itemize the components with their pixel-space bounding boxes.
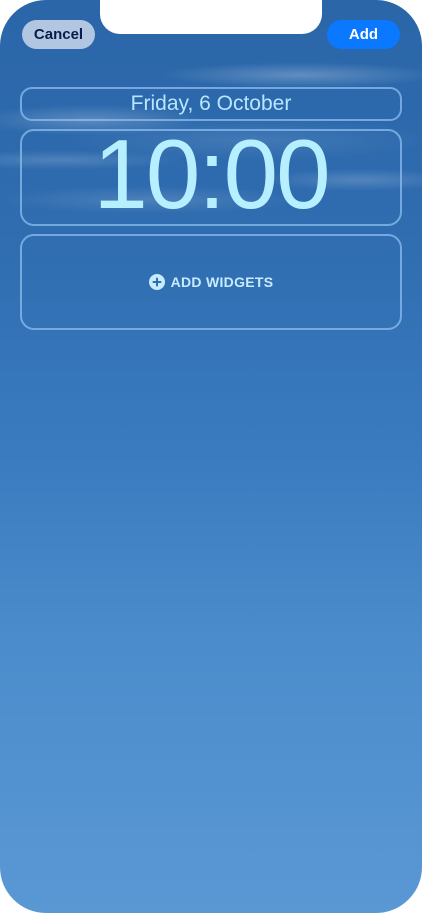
lock-screen-editor: Cancel Add Friday, 6 October 10:00 ADD W… bbox=[0, 0, 422, 913]
add-widgets-slot[interactable]: ADD WIDGETS bbox=[20, 234, 402, 330]
clock-slot[interactable]: 10:00 bbox=[20, 125, 402, 226]
add-widgets-button[interactable]: ADD WIDGETS bbox=[148, 274, 274, 290]
add-widgets-label: ADD WIDGETS bbox=[170, 274, 274, 290]
cancel-button[interactable]: Cancel bbox=[22, 20, 95, 49]
clock-time: 10:00 bbox=[93, 118, 330, 229]
plus-circle-icon bbox=[148, 274, 165, 290]
date-widget-slot[interactable]: Friday, 6 October bbox=[20, 87, 402, 121]
date-label: Friday, 6 October bbox=[130, 92, 292, 115]
add-button[interactable]: Add bbox=[327, 20, 400, 49]
device-notch bbox=[100, 0, 322, 34]
